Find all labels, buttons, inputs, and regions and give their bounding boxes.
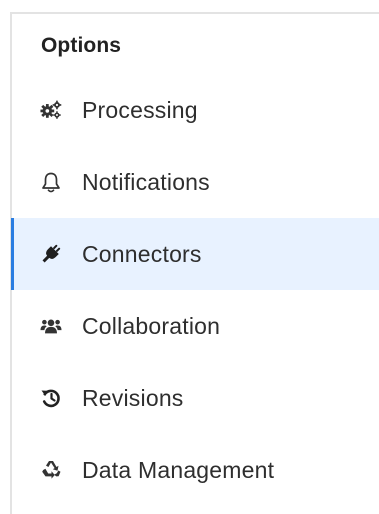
menu-item-label: Connectors (82, 240, 202, 267)
menu-item-label: Revisions (82, 384, 184, 411)
recycle-icon (40, 459, 62, 481)
options-panel: Options Processing Notifications Connect… (0, 0, 379, 514)
menu-item-label: Notifications (82, 168, 210, 195)
menu-item-connectors[interactable]: Connectors (11, 218, 379, 290)
menu-item-collaboration[interactable]: Collaboration (12, 290, 379, 362)
menu-item-notifications[interactable]: Notifications (12, 146, 379, 218)
history-icon (40, 387, 62, 409)
options-menu: Processing Notifications Connectors Coll… (11, 74, 379, 506)
users-icon (40, 315, 62, 337)
bell-icon (40, 171, 62, 193)
menu-item-processing[interactable]: Processing (12, 74, 379, 146)
plug-icon (40, 243, 62, 265)
menu-item-label: Data Management (82, 456, 275, 483)
menu-item-label: Processing (82, 96, 198, 123)
gears-icon (40, 99, 62, 121)
options-heading: Options (41, 34, 122, 57)
menu-item-label: Collaboration (82, 312, 221, 339)
menu-item-revisions[interactable]: Revisions (12, 362, 379, 434)
menu-item-data-management[interactable]: Data Management (12, 434, 379, 506)
panel-top-border (10, 12, 379, 14)
